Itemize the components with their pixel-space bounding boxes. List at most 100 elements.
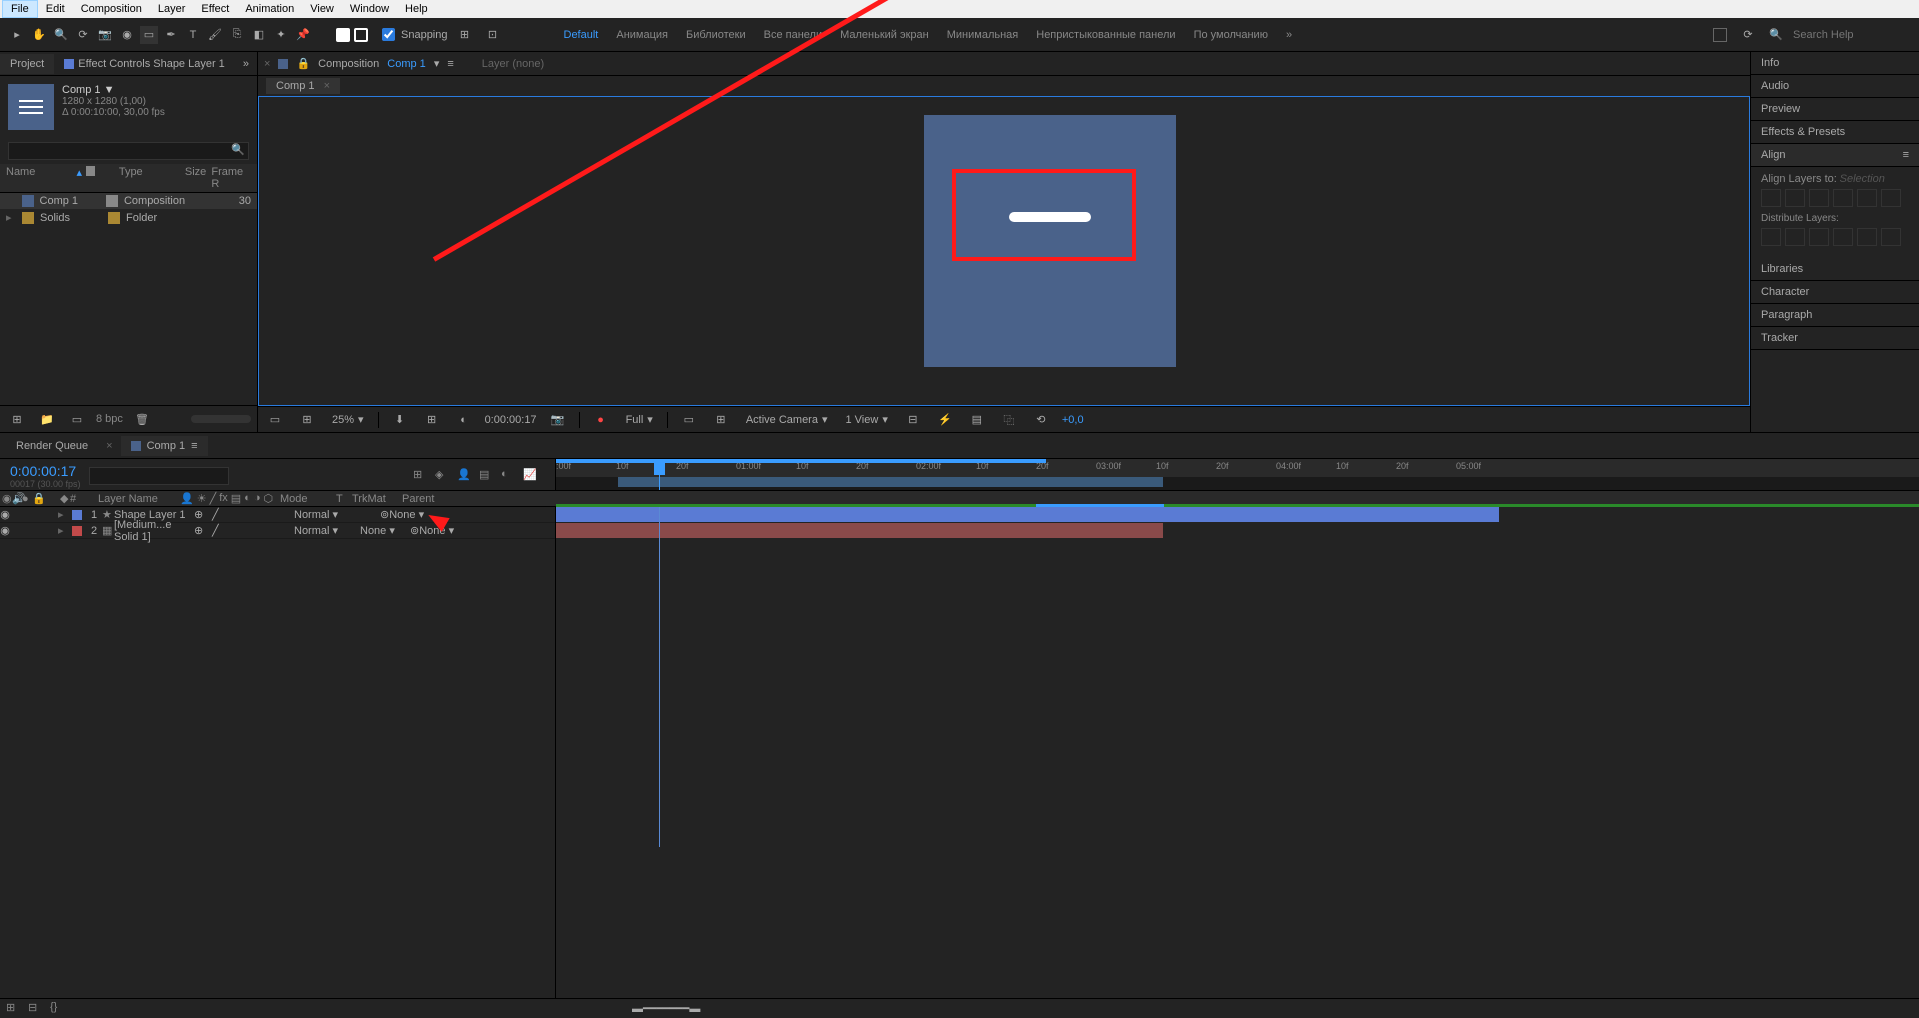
timeline-icon[interactable]: ▤: [968, 411, 986, 429]
menu-help[interactable]: Help: [397, 1, 436, 17]
comp-lock-icon[interactable]: 🔒: [296, 57, 310, 70]
project-item-solids[interactable]: ▸ Solids Folder: [0, 209, 257, 226]
col-index[interactable]: #: [68, 493, 84, 505]
magnification-icon[interactable]: ⊞: [298, 411, 316, 429]
blend-mode-dropdown[interactable]: Normal ▾: [294, 524, 344, 537]
align-bottom-icon[interactable]: [1881, 189, 1901, 207]
playhead[interactable]: [659, 459, 660, 490]
menu-file[interactable]: File: [2, 0, 38, 18]
workspace-minimal[interactable]: Минимальная: [947, 29, 1019, 41]
dist-hcenter-icon[interactable]: [1857, 228, 1877, 246]
switch-collapse-icon[interactable]: ☀: [197, 492, 207, 505]
tl-draft3d-icon[interactable]: ◈: [435, 468, 451, 484]
col-size[interactable]: Size: [185, 166, 211, 190]
layer-row-2[interactable]: ◉ ▸ 2 ▦ [Medium...e Solid 1] ⊕ ╱ Normal …: [0, 523, 555, 539]
rectangle-tool-icon[interactable]: ▭: [140, 26, 158, 44]
panel-info[interactable]: Info: [1751, 52, 1919, 75]
menu-layer[interactable]: Layer: [150, 1, 194, 17]
workspace-smallscreen[interactable]: Маленький экран: [840, 29, 929, 41]
col-layer-name[interactable]: Layer Name: [96, 493, 178, 505]
comp-name-dropdown-icon[interactable]: ▼: [104, 84, 115, 96]
current-time[interactable]: 0:00:00:17: [10, 463, 81, 479]
new-folder-icon[interactable]: 📁: [38, 410, 56, 428]
brush-tool-icon[interactable]: 🖌: [206, 26, 224, 44]
label-color-icon[interactable]: [108, 212, 120, 224]
switch-parent-icon[interactable]: ⊕: [194, 524, 212, 537]
clone-tool-icon[interactable]: ⎘: [228, 26, 246, 44]
selection-tool-icon[interactable]: ▸: [8, 26, 26, 44]
col-name[interactable]: Name: [6, 166, 76, 190]
tab-timeline-comp1[interactable]: Comp 1 ≡: [121, 436, 208, 456]
roto-tool-icon[interactable]: ✦: [272, 26, 290, 44]
menu-composition[interactable]: Composition: [73, 1, 150, 17]
align-top-icon[interactable]: [1833, 189, 1853, 207]
switch-adjustment-icon[interactable]: ◑: [254, 492, 261, 505]
col-type[interactable]: Type: [119, 166, 185, 190]
workspace-bydefault[interactable]: По умолчанию: [1194, 29, 1268, 41]
panel-preview[interactable]: Preview: [1751, 98, 1919, 121]
bpc-label[interactable]: 8 bpc: [96, 413, 123, 425]
panel-character[interactable]: Character: [1751, 281, 1919, 304]
pen-tool-icon[interactable]: ✒: [162, 26, 180, 44]
workspace-undocked[interactable]: Непристыкованные панели: [1036, 29, 1175, 41]
comp-close-icon[interactable]: ×: [264, 58, 270, 70]
switch-quality-icon[interactable]: ╱: [210, 492, 217, 505]
parent-dropdown[interactable]: None ▾: [419, 524, 479, 537]
search-help-input[interactable]: [1793, 29, 1913, 41]
mask-icon[interactable]: ◐: [455, 411, 473, 429]
switch-3d-icon[interactable]: ⬡: [263, 492, 273, 505]
label-color-icon[interactable]: [106, 195, 118, 207]
dist-bottom-icon[interactable]: [1809, 228, 1829, 246]
panel-effects-presets[interactable]: Effects & Presets: [1751, 121, 1919, 144]
mini-viewport-icon[interactable]: [1713, 28, 1727, 42]
hand-tool-icon[interactable]: ✋: [30, 26, 48, 44]
visibility-toggle[interactable]: ◉: [0, 508, 10, 521]
layer-bar-2[interactable]: [556, 523, 1163, 538]
zoom-tool-icon[interactable]: 🔍: [52, 26, 70, 44]
panel-libraries[interactable]: Libraries: [1751, 258, 1919, 281]
menu-animation[interactable]: Animation: [237, 1, 302, 17]
switch-frameblend-icon[interactable]: ▤: [231, 492, 241, 505]
dist-top-icon[interactable]: [1761, 228, 1781, 246]
timecode-display[interactable]: 0:00:00:17: [485, 414, 537, 426]
tab-project[interactable]: Project: [0, 54, 54, 74]
panel-tracker[interactable]: Tracker: [1751, 327, 1919, 350]
layer-color[interactable]: [72, 526, 82, 536]
col-parent[interactable]: Parent: [400, 493, 460, 505]
work-area-bar[interactable]: [618, 477, 1163, 487]
layer-row-1[interactable]: ◉ ▸ 1 ★ Shape Layer 1 ⊕ ╱ Normal ▾ ⊚ Non…: [0, 507, 555, 523]
puppet-tool-icon[interactable]: 📌: [294, 26, 312, 44]
fast-preview-icon[interactable]: ⚡: [936, 411, 954, 429]
snapping-opt1-icon[interactable]: ⊞: [456, 26, 474, 44]
visibility-toggle[interactable]: ◉: [0, 524, 10, 537]
reset-exposure-icon[interactable]: ⟲: [1032, 411, 1050, 429]
comp-header-name[interactable]: Comp 1: [387, 58, 426, 70]
switch-parent-icon[interactable]: ⊕: [194, 508, 212, 521]
snapshot-icon[interactable]: 📷: [549, 411, 567, 429]
camera-dropdown[interactable]: Active Camera ▾: [742, 413, 832, 426]
tab-menu-icon[interactable]: ≡: [191, 440, 197, 452]
col-framerate[interactable]: Frame R: [211, 166, 251, 190]
tl-hide-shy-icon[interactable]: 👤: [457, 468, 473, 484]
timeline-ruler[interactable]: :00f10f20f01:00f10f20f02:00f10f20f03:00f…: [556, 459, 1919, 490]
toggle-in-out-icon[interactable]: {}: [50, 1001, 66, 1017]
tl-graph-editor-icon[interactable]: 📈: [523, 468, 539, 484]
trkmat-dropdown[interactable]: None ▾: [360, 524, 410, 537]
comp-thumbnail[interactable]: [8, 84, 54, 130]
timeline-search-input[interactable]: [89, 467, 229, 485]
col-t[interactable]: T: [334, 493, 350, 505]
align-left-icon[interactable]: [1761, 189, 1781, 207]
panel-align[interactable]: Align≡: [1751, 144, 1919, 167]
menu-view[interactable]: View: [302, 1, 342, 17]
sync-icon[interactable]: ⟳: [1739, 26, 1757, 44]
workspace-default[interactable]: Default: [564, 29, 599, 41]
workspace-animation[interactable]: Анимация: [616, 29, 668, 41]
stroke-color-icon[interactable]: [354, 28, 368, 42]
col-lock-icon[interactable]: 🔒: [30, 492, 40, 505]
tl-comp-mini-icon[interactable]: ⊞: [413, 468, 429, 484]
always-preview-icon[interactable]: ▭: [266, 411, 284, 429]
grid-icon[interactable]: ⊞: [423, 411, 441, 429]
text-tool-icon[interactable]: T: [184, 26, 202, 44]
comp-tab-close-icon[interactable]: ×: [324, 80, 330, 92]
composition-viewer[interactable]: [258, 96, 1750, 406]
